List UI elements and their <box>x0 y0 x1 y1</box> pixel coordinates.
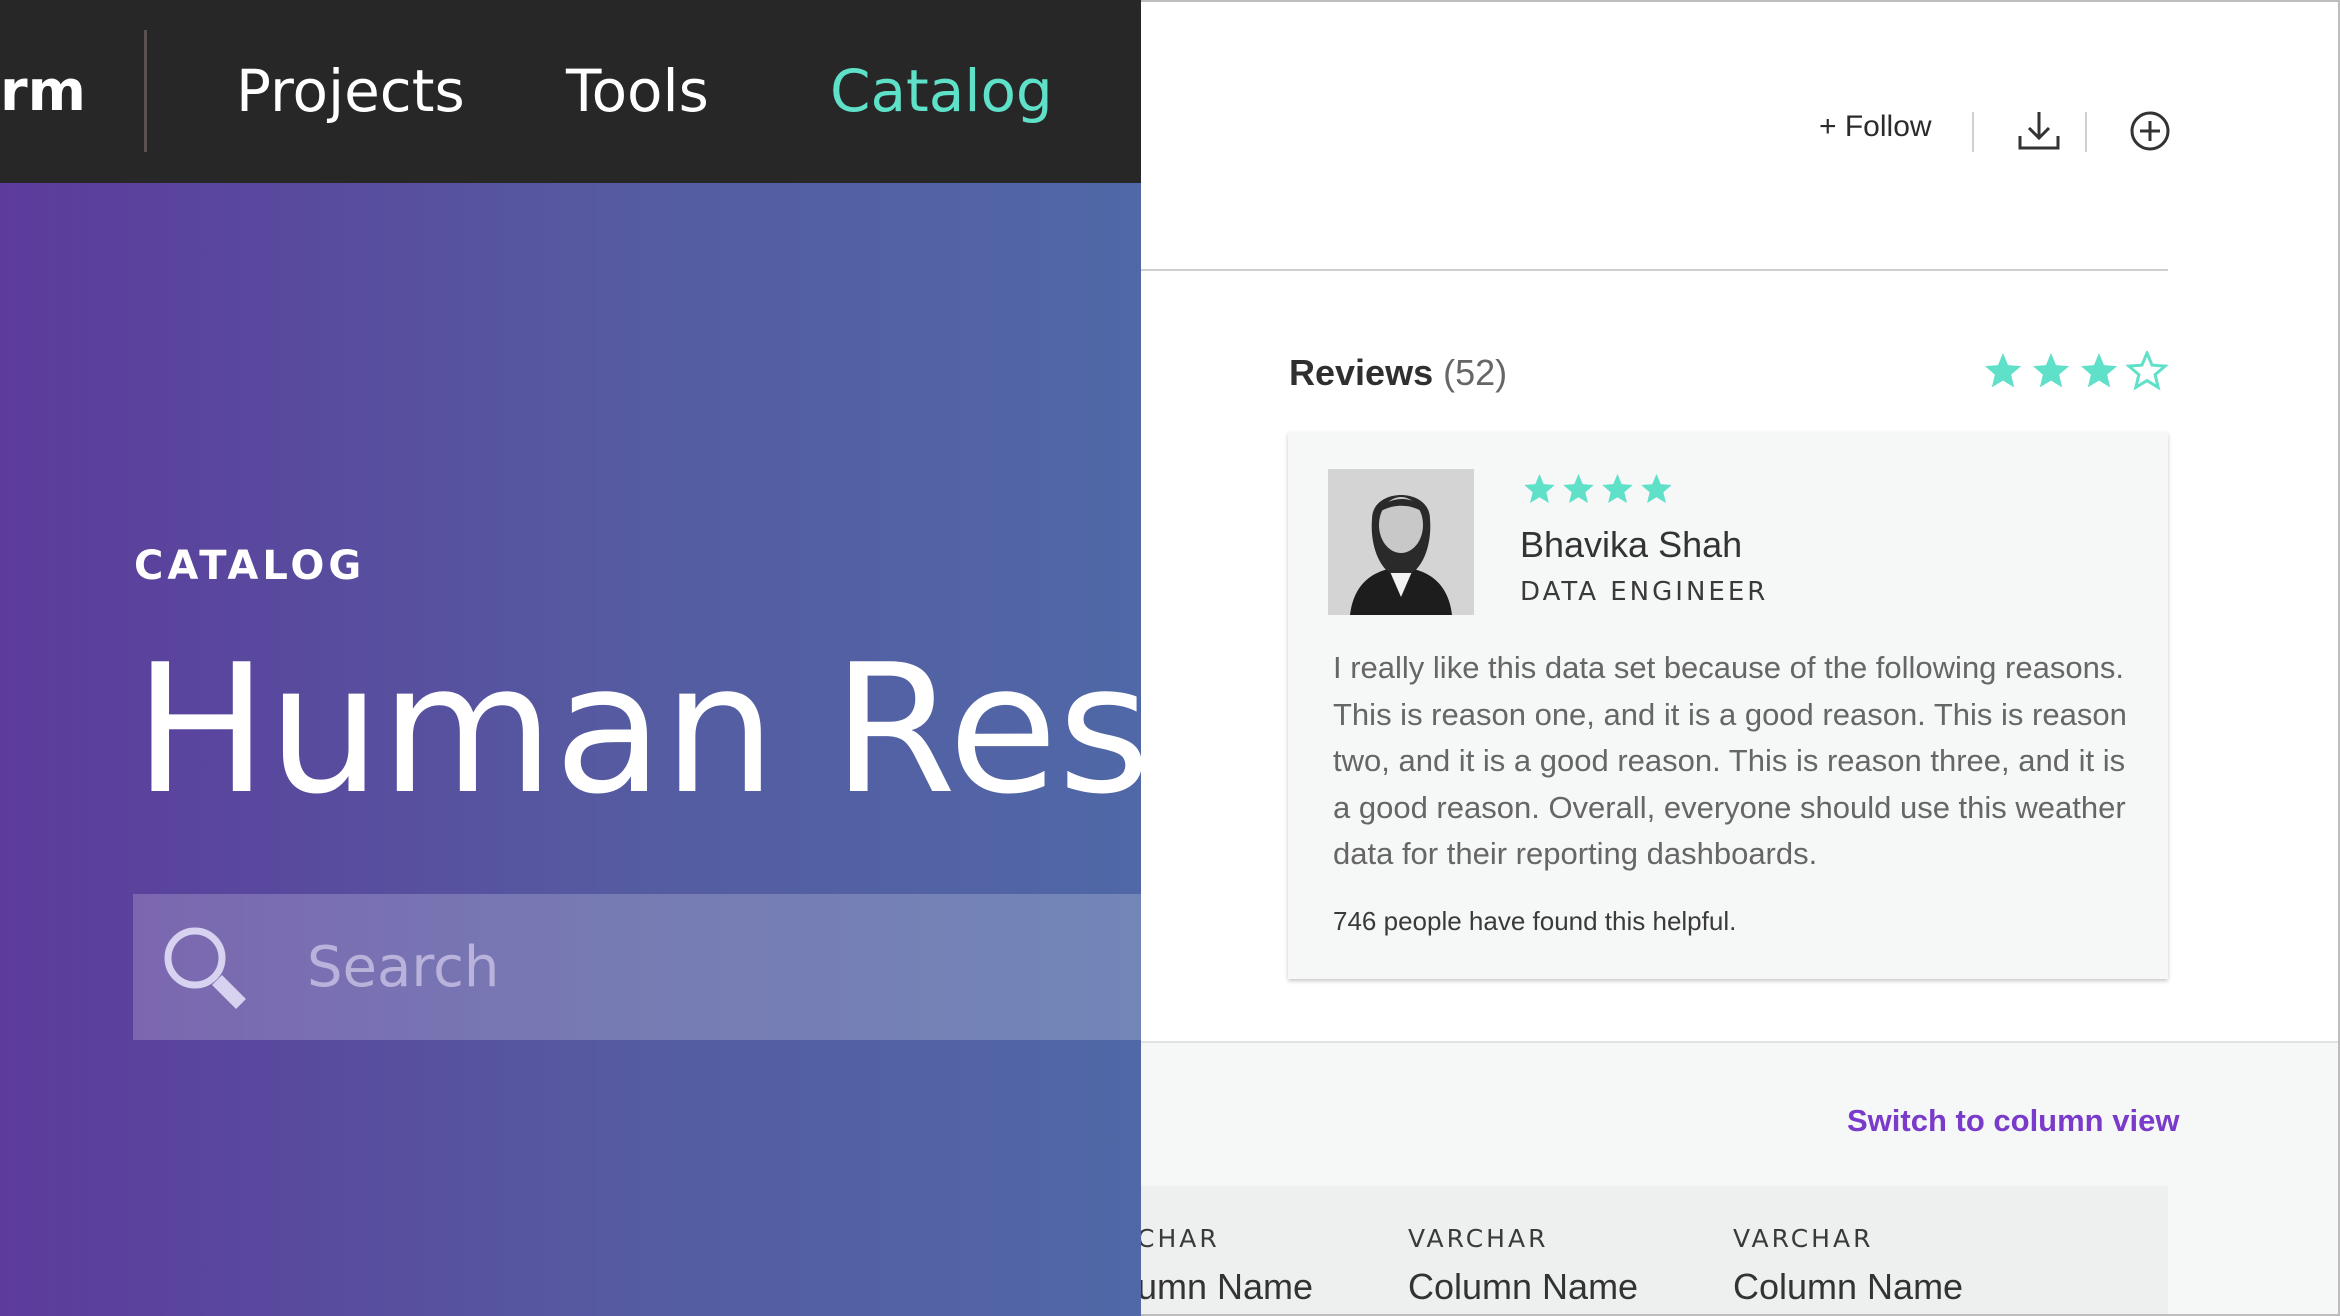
add-circle-icon[interactable] <box>2127 108 2173 154</box>
download-icon[interactable] <box>2016 108 2062 154</box>
nav-item-catalog[interactable]: Catalog <box>830 0 1053 183</box>
nav-item-tools[interactable]: Tools <box>566 0 709 183</box>
search-icon[interactable] <box>161 924 253 1016</box>
nav-item-projects[interactable]: Projects <box>236 0 465 183</box>
review-text: I really like this data set because of t… <box>1333 650 2127 871</box>
column-type: VARCHAR <box>1733 1224 1874 1253</box>
nav-divider <box>144 30 147 152</box>
page-title: Human Resou <box>134 626 1141 833</box>
column-type: VARCHAR <box>1408 1224 1549 1253</box>
search-bar[interactable] <box>133 894 1141 1040</box>
star-filled-icon <box>2080 353 2118 388</box>
overall-rating-stars <box>1984 351 2169 391</box>
toolbar-divider <box>2085 112 2087 152</box>
hero-eyebrow: CATALOG <box>134 543 366 589</box>
top-navigation: rm Projects Tools Catalog <box>0 0 1141 183</box>
hero-banner: CATALOG Human Resou <box>0 183 1141 1316</box>
brand-logo-text: rm <box>0 59 86 124</box>
star-filled-icon <box>1602 474 1633 503</box>
columns-section: Switch to column view CHAR umn Name VARC… <box>1141 1041 2338 1314</box>
toolbar-divider <box>1972 112 1974 152</box>
columns-strip: CHAR umn Name VARCHAR Column Name VARCHA… <box>1141 1186 2168 1314</box>
reviewer-avatar <box>1328 469 1474 615</box>
star-filled-icon <box>1641 474 1672 503</box>
switch-to-column-view-link[interactable]: Switch to column view <box>1847 1103 2179 1139</box>
star-filled-icon <box>1984 353 2022 388</box>
reviewer-name: Bhavika Shah <box>1520 524 1743 565</box>
helpful-count: 746 people have found this helpful. <box>1333 906 1737 936</box>
reviews-count: (52) <box>1443 352 1508 393</box>
review-card: Bhavika Shah DATA ENGINEER I really like… <box>1288 432 2168 979</box>
star-filled-icon <box>1563 474 1594 503</box>
reviews-heading-label: Reviews <box>1289 352 1434 393</box>
column-name: Column Name <box>1408 1266 1639 1307</box>
reviews-heading: Reviews (52) <box>1289 352 1507 394</box>
column-name: umn Name <box>1141 1266 1314 1307</box>
left-pane: rm Projects Tools Catalog CATALOG Human … <box>0 0 1141 1316</box>
star-outline-icon <box>2125 351 2169 391</box>
star-filled-icon <box>2032 353 2070 388</box>
dataset-detail-panel: + Follow Reviews (52) Bhavika Shah DATA … <box>1141 0 2340 1316</box>
review-rating-stars <box>1524 474 1672 503</box>
reviewer-role: DATA ENGINEER <box>1520 577 1769 607</box>
search-input[interactable] <box>307 894 1141 1040</box>
follow-button[interactable]: + Follow <box>1819 110 1932 144</box>
column-type: CHAR <box>1141 1224 1220 1253</box>
header-divider <box>1141 269 2168 271</box>
star-filled-icon <box>1524 474 1555 503</box>
column-name: Column Name <box>1733 1266 1964 1307</box>
